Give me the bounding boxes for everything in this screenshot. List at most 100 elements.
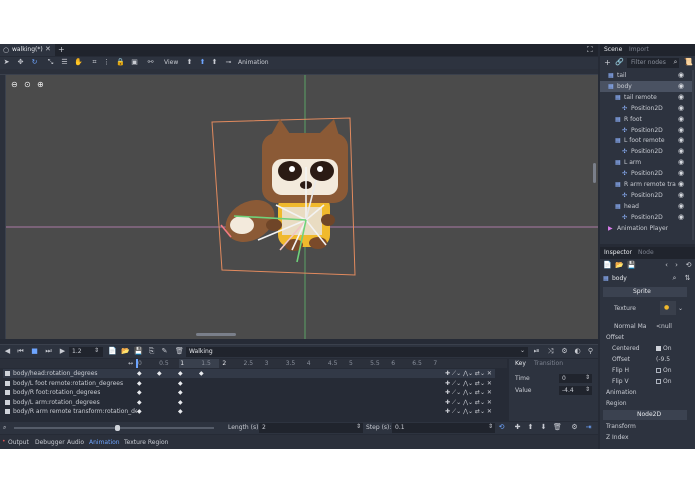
search-icon[interactable]: ⌕ <box>670 274 679 283</box>
tab-import[interactable]: Import <box>629 46 649 53</box>
load-animation-icon[interactable]: 📂 <box>121 347 130 356</box>
scene-node-row[interactable]: ✣ Position2D ◉ <box>600 212 692 223</box>
scene-node-row[interactable]: ✣ Position2D ◉ <box>600 168 692 179</box>
rename-animation-icon[interactable]: ✎ <box>160 347 169 356</box>
track-row[interactable]: body/L arm:rotation_degrees ◆ ◆ ✚ ⟋⌄ ⋀⌄ ⇄⌄ … <box>3 398 495 407</box>
track-options-icon[interactable]: ✚ ⟋⌄ ⋀⌄ ⇄⌄ ✕ <box>445 407 492 416</box>
history-icon[interactable]: ⟲ <box>684 261 693 270</box>
autoplay-icon[interactable]: ⏯ <box>532 347 541 356</box>
track-enabled-checkbox[interactable] <box>5 399 10 405</box>
visibility-eye-icon[interactable]: ◉ <box>678 202 686 210</box>
track-row[interactable]: body/L foot remote:rotation_degrees ◆ ◆ ✚ ⟋… <box>3 379 495 388</box>
add-tab-button[interactable]: + <box>58 45 65 54</box>
add-track-icon[interactable]: ✚ <box>513 423 522 432</box>
offset-section[interactable]: Offset <box>606 334 624 341</box>
bottom-tab-audio[interactable]: Audio <box>67 439 84 446</box>
visibility-eye-icon[interactable]: ◉ <box>678 104 686 112</box>
keyframe[interactable]: ◆ <box>178 398 183 407</box>
new-resource-icon[interactable]: 📄 <box>603 261 612 270</box>
track-options-icon[interactable]: ✚ ⟋⌄ ⋀⌄ ⇄⌄ ✕ <box>445 379 492 388</box>
visibility-eye-icon[interactable]: ◉ <box>678 169 686 177</box>
instance-scene-icon[interactable]: 🔗 <box>615 58 624 67</box>
close-icon[interactable]: ✕ <box>45 45 51 53</box>
lock-icon[interactable]: 🔒 <box>116 58 125 67</box>
tab-inspector[interactable]: Inspector <box>604 249 632 256</box>
keyframe-icon[interactable]: ⬆ <box>185 58 194 67</box>
viewport-hscrollbar[interactable] <box>196 333 236 336</box>
duplicate-animation-icon[interactable]: ⎘ <box>147 347 156 356</box>
keyframe[interactable]: ◆ <box>137 379 142 388</box>
visibility-eye-icon[interactable]: ◉ <box>678 213 686 221</box>
keyframe[interactable]: ◆ <box>199 369 204 378</box>
visibility-eye-icon[interactable]: ◉ <box>678 180 686 188</box>
class-sprite-header[interactable]: Sprite <box>603 287 687 297</box>
group-icon[interactable]: ▣ <box>130 58 139 67</box>
keyframe[interactable]: ◆ <box>178 379 183 388</box>
bottom-tab-debugger[interactable]: Debugger <box>35 439 65 446</box>
inspected-object[interactable]: body <box>612 275 627 282</box>
track-tools-icon[interactable]: ⚙ <box>570 423 579 432</box>
length-field[interactable]: 2 ⇕ <box>259 423 363 433</box>
visibility-eye-icon[interactable]: ◉ <box>678 126 686 134</box>
track-row[interactable]: body/R foot:rotation_degrees ◆ ◆ ✚ ⟋⌄ ⋀⌄ ⇄⌄… <box>3 388 495 397</box>
offset-value[interactable]: (-9.5 <box>656 356 670 363</box>
pin-icon[interactable]: ⚲ <box>586 347 595 356</box>
scene-node-row[interactable]: ▦ body ◉ <box>600 80 692 92</box>
visibility-eye-icon[interactable]: ◉ <box>678 93 686 101</box>
tab-walking[interactable]: ○ walking(*) ✕ <box>0 44 55 56</box>
track-enabled-checkbox[interactable] <box>5 380 10 386</box>
track-enabled-checkbox[interactable] <box>5 390 10 395</box>
track-options-icon[interactable]: ✚ ⟋⌄ ⋀⌄ ⇄⌄ ✕ <box>445 369 492 378</box>
save-animation-icon[interactable]: 💾 <box>134 347 143 356</box>
key-scale-icon[interactable]: ⬆ <box>210 58 219 67</box>
animation-select[interactable]: Walking ⌄ <box>186 347 528 357</box>
scene-node-row[interactable]: ▦ tail ◉ <box>600 70 692 81</box>
visibility-eye-icon[interactable]: ◉ <box>678 82 686 90</box>
pan-tool-icon[interactable]: ✋ <box>74 58 83 67</box>
play-backwards-icon[interactable]: ◀ <box>3 347 12 356</box>
value-field[interactable]: -4.4 ⇕ <box>559 386 592 395</box>
tab-key[interactable]: Key <box>515 360 526 367</box>
view-menu[interactable]: View <box>164 59 178 66</box>
visibility-eye-icon[interactable]: ◉ <box>678 71 686 79</box>
move-up-icon[interactable]: ⬆ <box>526 423 535 432</box>
scene-node-row[interactable]: ▦ L arm ◉ <box>600 157 692 168</box>
scene-node-row[interactable]: ▦ head ◉ <box>600 201 692 212</box>
move-tool-icon[interactable]: ✥ <box>16 58 25 67</box>
canvas-viewport[interactable]: ⊖ ⊙ ⊕ <box>6 75 598 339</box>
back-icon[interactable]: ‹ <box>662 261 671 270</box>
timeline-ruler[interactable]: ↔ 0 0.5 1 1.5 2 2.5 3 3.5 4 4.5 5 5.5 6 6.5 7 <box>0 359 507 414</box>
load-resource-icon[interactable]: 📂 <box>615 261 624 270</box>
time-field[interactable]: 0 ⇕ <box>559 374 592 383</box>
track-enabled-checkbox[interactable] <box>5 409 10 414</box>
centered-checkbox[interactable]: On <box>656 345 672 352</box>
keyframe[interactable]: ◆ <box>178 369 183 378</box>
bottom-tab-output[interactable]: Output <box>8 439 29 446</box>
chevron-down-icon[interactable]: ⌄ <box>678 305 683 312</box>
scene-node-row[interactable]: ✣ Position2D ◉ <box>600 146 692 157</box>
stop-icon[interactable]: ■ <box>30 347 39 356</box>
keyframe[interactable]: ◆ <box>137 369 142 378</box>
object-menu-icon[interactable]: ⇅ <box>683 274 692 283</box>
viewport-vscrollbar[interactable] <box>593 163 596 183</box>
play-from-start-icon[interactable]: ⏭ <box>44 347 53 356</box>
zindex-section[interactable]: Z Index <box>606 434 629 441</box>
class-node2d-header[interactable]: Node2D <box>603 410 687 420</box>
loop-icon[interactable]: ⟲ <box>497 423 506 432</box>
track-options-icon[interactable]: ✚ ⟋⌄ ⋀⌄ ⇄⌄ ✕ <box>445 388 492 397</box>
normal-map-value[interactable]: <null <box>656 323 672 330</box>
scene-node-row[interactable]: ▦ R foot ◉ <box>600 114 692 125</box>
track-enabled-checkbox[interactable] <box>5 371 10 376</box>
tab-node[interactable]: Node <box>638 249 654 256</box>
texture-preview[interactable]: ● <box>660 301 676 315</box>
onion-skin-icon[interactable]: ◐ <box>573 347 582 356</box>
distraction-free-icon[interactable]: ⛶ <box>587 45 593 55</box>
timeline-zoom-slider[interactable] <box>14 425 214 431</box>
bottom-tab-animation[interactable]: Animation <box>89 439 120 446</box>
flip-v-checkbox[interactable]: On <box>656 378 672 385</box>
animation-section[interactable]: Animation <box>606 389 637 396</box>
scene-tree-scrollbar[interactable] <box>692 70 694 240</box>
step-field[interactable]: 0.1 ⇕ <box>392 423 495 433</box>
delete-animation-icon[interactable]: 🗑 <box>175 347 184 356</box>
track-row[interactable]: body/head:rotation_degrees ◆ ◆ ◆ ◆ ✚ ⟋⌄ ⋀⌄ ⇄⌄… <box>3 369 495 378</box>
